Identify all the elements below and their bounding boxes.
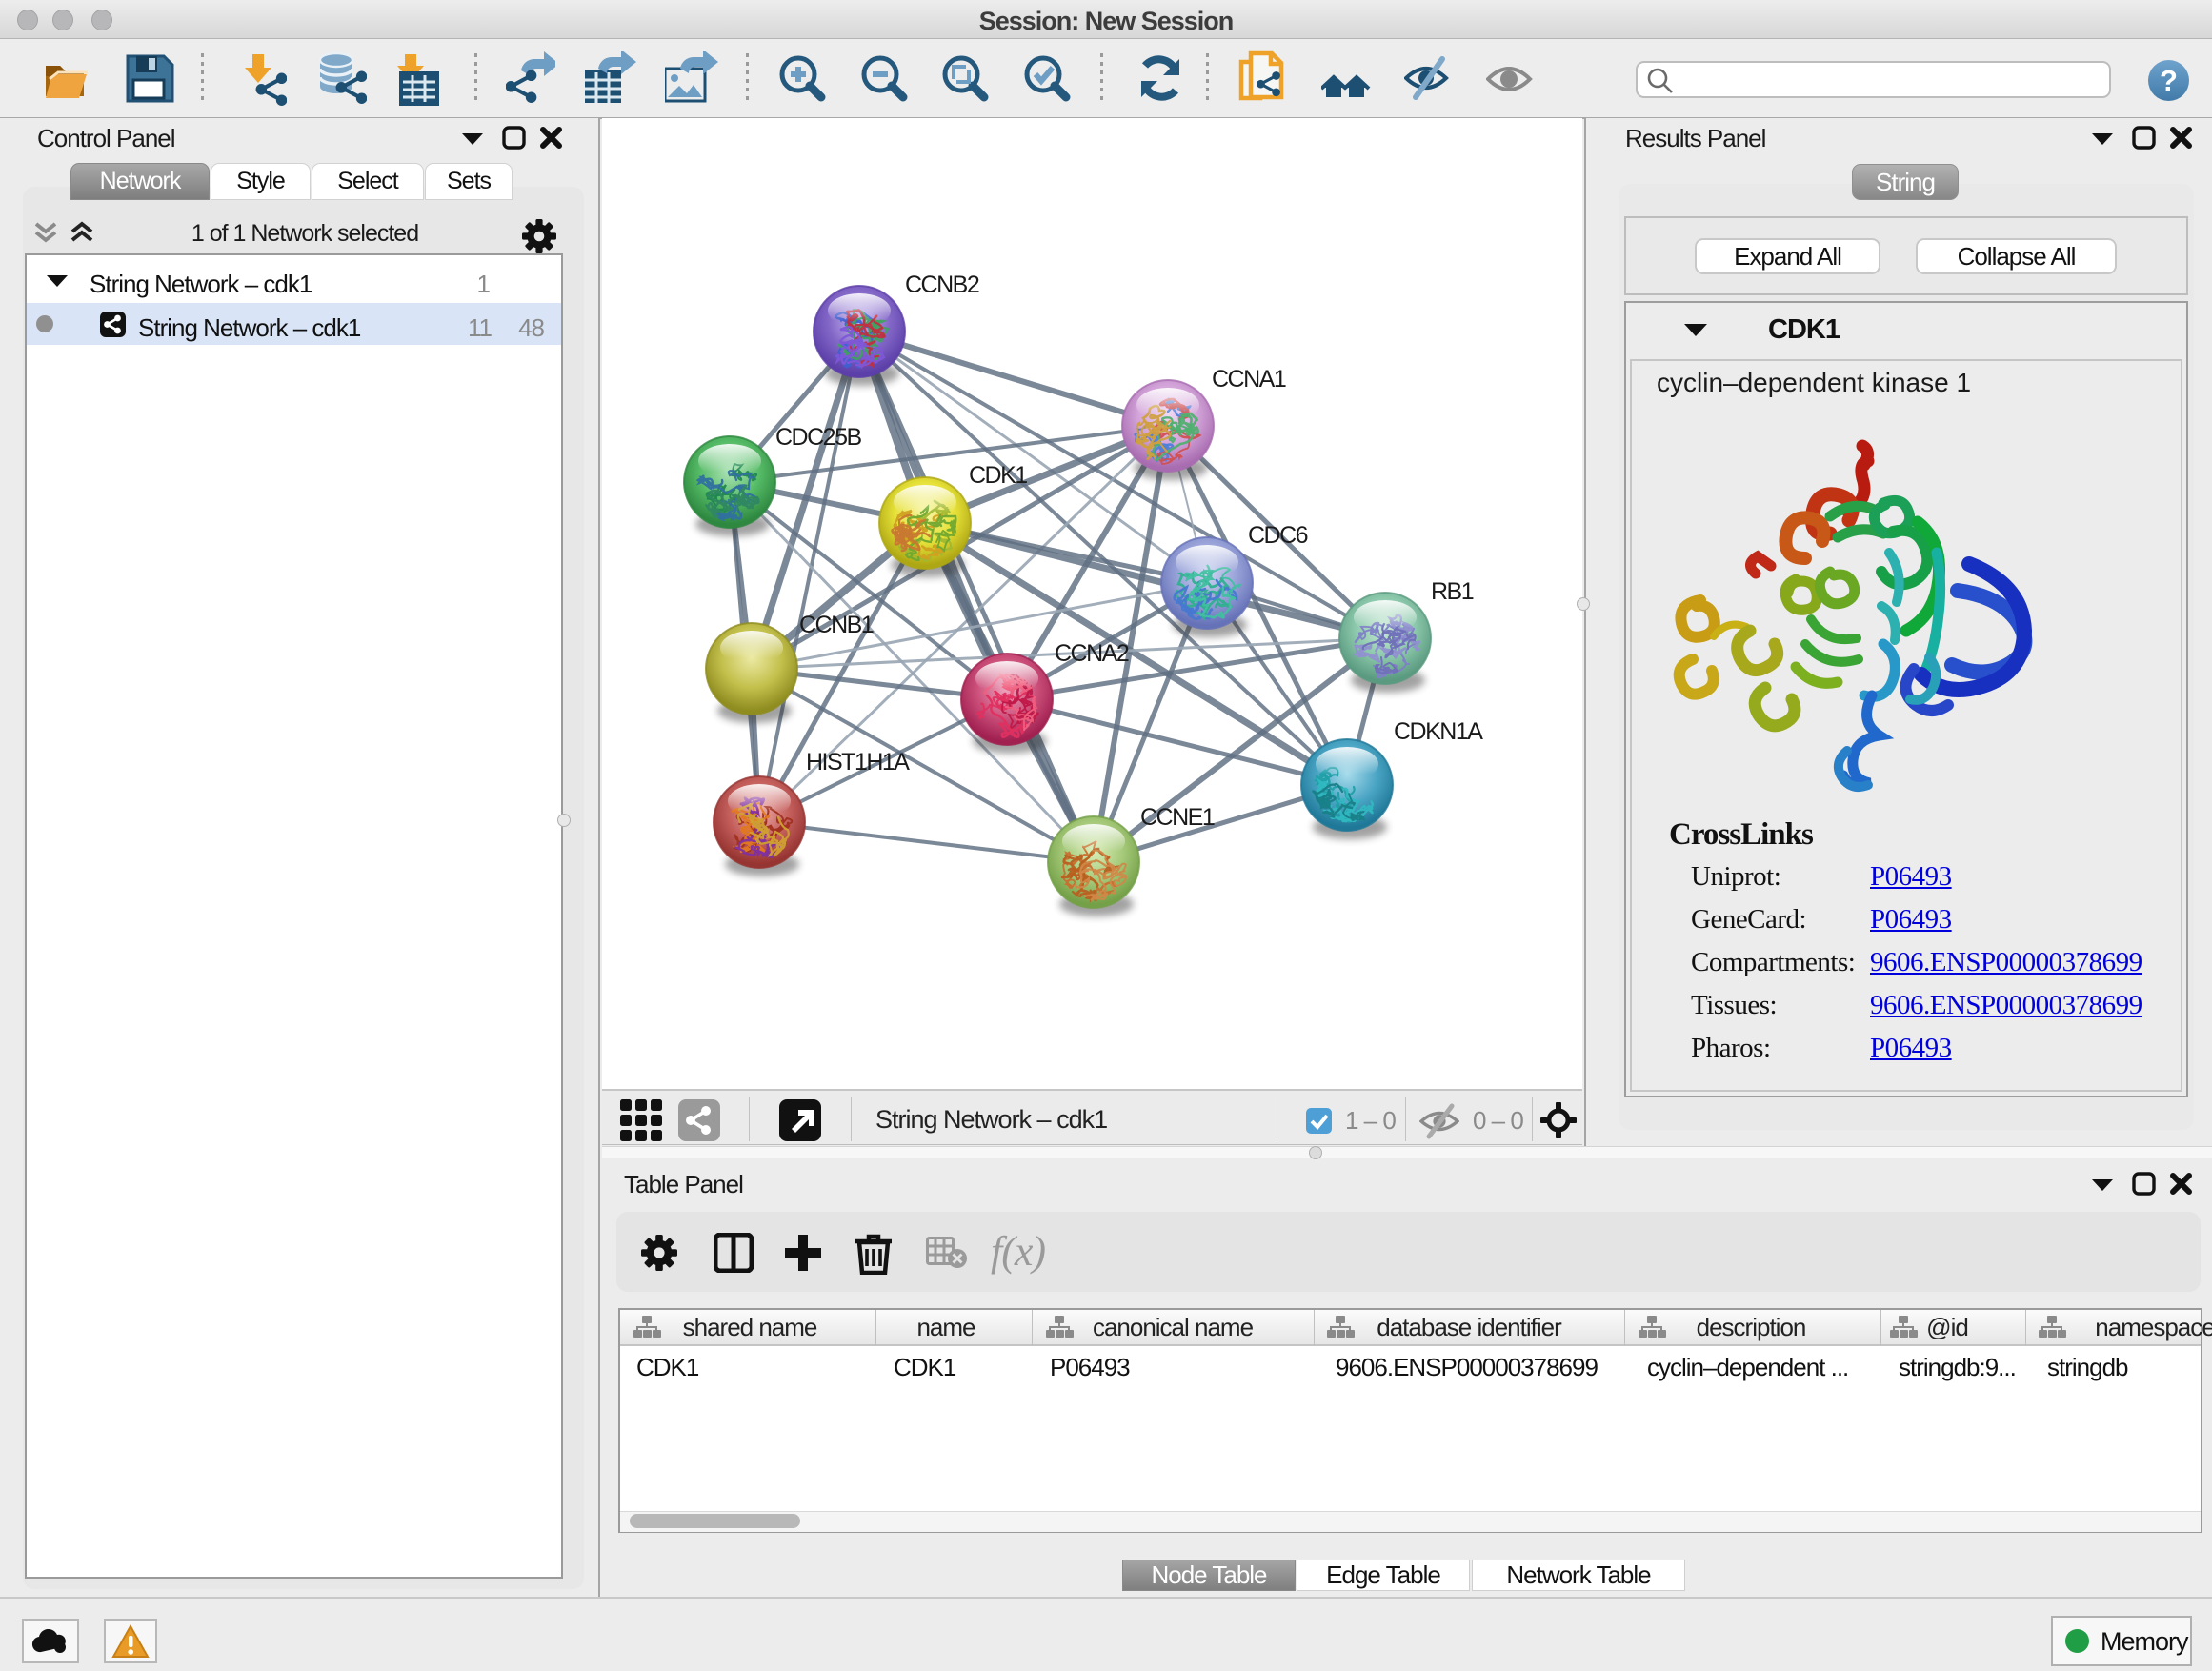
svg-text:CDKN1A: CDKN1A [1394,718,1483,745]
svg-text:CDC25B: CDC25B [775,424,861,451]
svg-text:CCNB1: CCNB1 [799,612,874,638]
svg-text:CCNE1: CCNE1 [1140,804,1215,831]
svg-text:CCNA1: CCNA1 [1212,366,1286,393]
svg-text:HIST1H1A: HIST1H1A [806,749,910,775]
svg-text:CDC6: CDC6 [1248,522,1308,549]
svg-text:CDK1: CDK1 [969,462,1027,489]
svg-text:RB1: RB1 [1431,578,1474,605]
svg-text:CCNA2: CCNA2 [1055,640,1129,667]
svg-text:?: ? [2160,64,2178,97]
svg-text:CCNB2: CCNB2 [905,272,979,298]
